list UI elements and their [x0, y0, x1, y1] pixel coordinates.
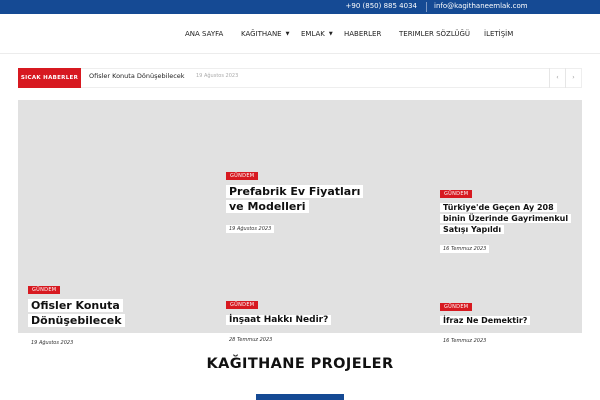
nav-item-label: KAĞITHANE: [241, 30, 282, 38]
card-title[interactable]: Türkiye'de Geçen Ay 208 binin Üzerinde G…: [440, 203, 572, 235]
chevron-right-icon: ›: [572, 74, 575, 81]
nav-item-label: EMLAK: [301, 30, 325, 38]
featured-card[interactable]: GÜNDEM Türkiye'de Geçen Ay 208 binin Üze…: [440, 180, 572, 254]
card-date: 28 Temmuz 2023: [226, 336, 276, 345]
featured-card[interactable]: GÜNDEM İfraz Ne Demektir? 16 Temmuz 2023: [440, 293, 570, 346]
category-badge[interactable]: GÜNDEM: [440, 303, 473, 311]
breaking-news-ticker: SICAK HABERLER Ofisler Konuta Dönüşebile…: [18, 68, 582, 88]
breaking-news-headline[interactable]: Ofisler Konuta Dönüşebilecek: [89, 72, 185, 80]
card-date: 19 Ağustos 2023: [28, 338, 77, 347]
card-title[interactable]: Ofisler Konuta Dönüşebilecek: [28, 299, 148, 329]
topbar-divider: [426, 2, 427, 12]
nav-item-ana-sayfa[interactable]: ANA SAYFA: [185, 30, 223, 38]
nav-item-emlak[interactable]: EMLAK ▼: [301, 30, 333, 38]
card-date: 16 Temmuz 2023: [440, 336, 490, 345]
nav-item-haberler[interactable]: HABERLER: [344, 30, 381, 38]
card-date: 19 Ağustos 2023: [226, 224, 275, 233]
main-navigation: ANA SAYFA KAĞITHANE ▼ EMLAK ▼ HABERLER TER…: [0, 14, 600, 54]
nav-item-kagithane[interactable]: KAĞITHANE ▼: [241, 30, 289, 38]
nav-item-label: HABERLER: [344, 30, 382, 38]
featured-card[interactable]: GÜNDEM Ofisler Konuta Dönüşebilecek 19 A…: [28, 276, 148, 348]
category-badge[interactable]: GÜNDEM: [226, 301, 259, 309]
email-link[interactable]: info@kagithaneemlak.com: [434, 2, 528, 10]
top-contact-bar: +90 (850) 885 4034 info@kagithaneemlak.c…: [0, 0, 600, 14]
caret-down-icon: ▼: [328, 31, 333, 37]
projects-tab-bar[interactable]: [256, 394, 344, 400]
phone-link[interactable]: +90 (850) 885 4034: [346, 2, 417, 10]
breaking-news-tag: SICAK HABERLER: [18, 68, 81, 88]
category-badge[interactable]: GÜNDEM: [28, 286, 61, 294]
card-date: 16 Temmuz 2023: [440, 245, 490, 254]
category-badge[interactable]: GÜNDEM: [440, 190, 473, 198]
card-title[interactable]: Prefabrik Ev Fiyatları ve Modelleri: [226, 185, 376, 215]
caret-down-icon: ▼: [285, 31, 290, 37]
nav-item-terimler-sozlugu[interactable]: TERIMLER SÖZLÜĞÜ: [399, 30, 470, 38]
nav-item-label: ANA SAYFA: [185, 30, 224, 38]
nav-item-iletisim[interactable]: İLETİŞİM: [484, 30, 513, 38]
ticker-next-button[interactable]: ›: [565, 68, 581, 88]
featured-card[interactable]: GÜNDEM Prefabrik Ev Fiyatları ve Modelle…: [226, 162, 376, 234]
category-badge[interactable]: GÜNDEM: [226, 172, 259, 180]
featured-card[interactable]: GÜNDEM İnşaat Hakkı Nedir? 28 Temmuz 202…: [226, 291, 376, 345]
nav-item-label: TERIMLER SÖZLÜĞÜ: [399, 30, 471, 38]
chevron-left-icon: ‹: [556, 74, 559, 81]
section-title: KAĞITHANE PROJELER: [206, 356, 394, 372]
nav-item-label: İLETİŞİM: [484, 30, 514, 38]
card-title[interactable]: İnşaat Hakkı Nedir?: [226, 314, 376, 326]
featured-news-grid: GÜNDEM Prefabrik Ev Fiyatları ve Modelle…: [18, 100, 582, 347]
card-title[interactable]: İfraz Ne Demektir?: [440, 316, 570, 327]
ticker-prev-button[interactable]: ‹: [549, 68, 565, 88]
breaking-news-date: 19 Ağustos 2023: [196, 73, 239, 79]
